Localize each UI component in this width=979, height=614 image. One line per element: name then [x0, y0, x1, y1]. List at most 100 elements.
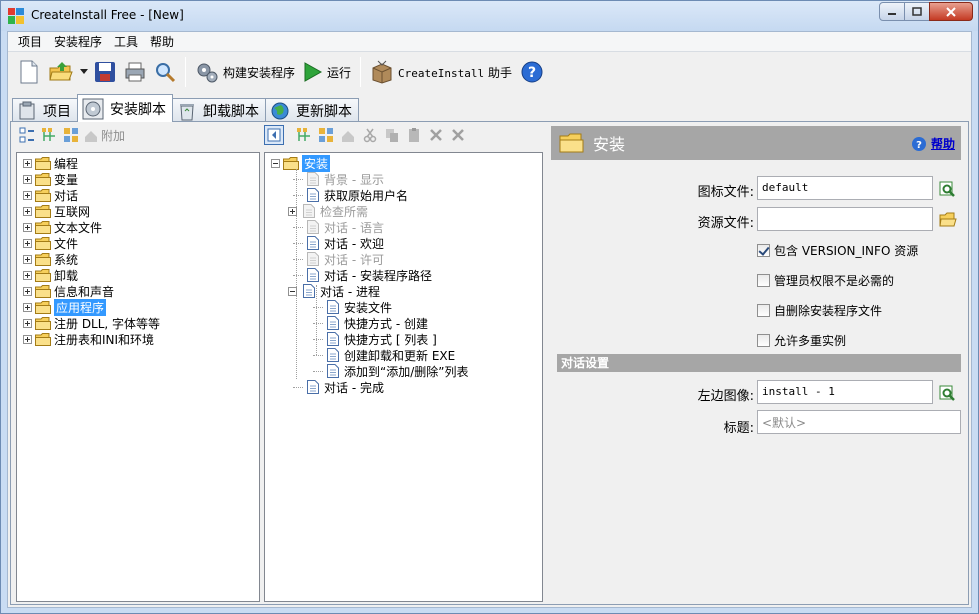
left-image-input[interactable]: install - 1 [757, 380, 933, 404]
close-button[interactable] [929, 2, 973, 21]
script-command-icon [307, 380, 319, 394]
command-group-item[interactable]: 互联网 [23, 203, 90, 219]
help-link[interactable]: ? 帮助 [911, 135, 955, 152]
checkbox-box[interactable] [757, 244, 770, 257]
script-command-item[interactable]: 背景 - 显示 [293, 171, 384, 187]
back-button[interactable] [264, 125, 284, 145]
build-installer-button[interactable]: 构建安装程序 [191, 57, 299, 87]
expand-toggle[interactable] [23, 222, 32, 232]
command-group-item[interactable]: 变量 [23, 171, 78, 187]
menu-help[interactable]: 帮助 [144, 32, 180, 52]
filter-button[interactable] [39, 125, 59, 145]
checkbox-box[interactable] [757, 334, 770, 347]
self-delete-checkbox[interactable]: 自删除安装程序文件 [757, 302, 882, 319]
script-command-item[interactable]: 对话 - 安装程序路径 [293, 267, 432, 283]
include-version-info-checkbox[interactable]: 包含 VERSION_INFO 资源 [757, 242, 918, 259]
title-bar[interactable]: CreateInstall Free - [New] [1, 1, 978, 31]
script-command-item[interactable]: 对话 - 欢迎 [293, 235, 384, 251]
group-button[interactable] [61, 125, 81, 145]
script-command-item[interactable]: 对话 - 许可 [293, 251, 384, 267]
script-command-item[interactable]: 安装文件 [313, 299, 392, 315]
script-command-item[interactable]: 快捷方式 [ 列表 ] [313, 331, 437, 347]
assistant-button[interactable]: CreateInstall 助手 [366, 57, 516, 87]
browse-left-image-icon[interactable] [939, 384, 957, 402]
expand-toggle[interactable] [23, 286, 32, 296]
command-tree[interactable]: 编程 变量 对话 互联网 文本文件 文件 系统 卸载 信息和声音 应用程序 注册 DLL, 字体等等… [16, 152, 260, 602]
tab-uninstall-script[interactable]: 卸载脚本 [172, 98, 266, 122]
expand-toggle[interactable] [23, 206, 32, 216]
command-group-item[interactable]: 对话 [23, 187, 78, 203]
print-button[interactable] [120, 57, 150, 87]
script-command-item[interactable]: 快捷方式 - 创建 [313, 315, 428, 331]
script-filter-button[interactable] [294, 125, 314, 145]
open-button[interactable] [44, 57, 78, 87]
script-group-button[interactable] [316, 125, 336, 145]
attach-button[interactable]: 附加 [83, 125, 125, 145]
expand-toggle[interactable] [23, 254, 32, 264]
script-command-item[interactable]: 添加到“添加/删除”列表 [313, 363, 468, 379]
expand-toggle[interactable] [23, 334, 32, 344]
command-group-item[interactable]: 信息和声音 [23, 283, 114, 299]
preview-button[interactable] [150, 57, 180, 87]
section-header: 安装 ? 帮助 [551, 126, 961, 160]
command-group-item[interactable]: 卸载 [23, 267, 78, 283]
script-command-label: 添加到“添加/删除”列表 [344, 364, 469, 379]
tab-install-script[interactable]: 安装脚本 [77, 94, 173, 122]
script-root-node[interactable]: 安装 [271, 154, 331, 172]
script-attach-button[interactable] [338, 125, 358, 145]
menu-project[interactable]: 项目 [12, 32, 48, 52]
script-tree[interactable]: 安装 背景 - 显示 获取原始用户名 检查所需 对话 - 语言 对话 - 欢迎 对话 - 许… [264, 152, 543, 602]
expand-toggle[interactable] [23, 318, 32, 328]
expand-toggle[interactable] [288, 206, 297, 216]
script-command-item[interactable]: 对话 - 完成 [293, 379, 384, 395]
icon-file-input[interactable]: default [757, 176, 933, 200]
command-group-item[interactable]: 注册 DLL, 字体等等 [23, 315, 160, 331]
command-group-item[interactable]: 应用程序 [23, 298, 107, 316]
expand-toggle[interactable] [23, 174, 32, 184]
menu-installer[interactable]: 安装程序 [48, 32, 108, 52]
copy-button[interactable] [382, 125, 402, 145]
script-command-item[interactable]: 创建卸载和更新 EXE [313, 347, 455, 363]
expand-toggle[interactable] [23, 238, 32, 248]
expand-toggle[interactable] [23, 302, 32, 312]
command-group-item[interactable]: 系统 [23, 251, 78, 267]
allow-multiple-instances-checkbox[interactable]: 允许多重实例 [757, 332, 846, 349]
help-toolbar-button[interactable]: ? [516, 57, 548, 87]
tab-update-script[interactable]: 更新脚本 [265, 98, 359, 122]
checkbox-box[interactable] [757, 304, 770, 317]
collapse-toggle[interactable] [271, 158, 280, 168]
maximize-button[interactable] [904, 2, 930, 21]
command-group-item[interactable]: 注册表和INI和环境 [23, 331, 154, 347]
script-command-item[interactable]: 获取原始用户名 [293, 187, 408, 203]
paste-button[interactable] [404, 125, 424, 145]
new-button[interactable] [14, 57, 44, 87]
caption-input[interactable]: <默认> [757, 410, 961, 434]
open-resource-folder-icon[interactable] [939, 211, 957, 229]
delete-button[interactable] [426, 125, 446, 145]
command-group-item[interactable]: 文本文件 [23, 219, 102, 235]
script-command-icon [327, 364, 339, 378]
expand-toggle[interactable] [23, 158, 32, 168]
minimize-button[interactable] [879, 2, 905, 21]
tab-project[interactable]: 项目 [12, 98, 78, 122]
command-group-item[interactable]: 文件 [23, 235, 78, 251]
script-command-item[interactable]: 检查所需 [288, 203, 368, 219]
tree-guide-line [293, 194, 303, 196]
expand-toggle[interactable] [23, 270, 32, 280]
cut-button[interactable] [360, 125, 380, 145]
checkbox-box[interactable] [757, 274, 770, 287]
expand-toggle[interactable] [23, 190, 32, 200]
run-button[interactable]: 运行 [299, 57, 355, 87]
save-button[interactable] [90, 57, 120, 87]
script-command-item[interactable]: 对话 - 语言 [293, 219, 384, 235]
admin-not-required-checkbox[interactable]: 管理员权限不是必需的 [757, 272, 894, 289]
script-command-item[interactable]: 对话 - 进程 [288, 283, 380, 299]
command-group-item[interactable]: 编程 [23, 155, 78, 171]
resource-file-input[interactable] [757, 207, 933, 231]
expand-all-button[interactable] [17, 125, 37, 145]
expand-toggle[interactable] [288, 286, 297, 296]
open-dropdown-button[interactable] [78, 57, 90, 87]
browse-icon-file-icon[interactable] [939, 180, 957, 198]
menu-tools[interactable]: 工具 [108, 32, 144, 52]
delete-all-button[interactable] [448, 125, 468, 145]
